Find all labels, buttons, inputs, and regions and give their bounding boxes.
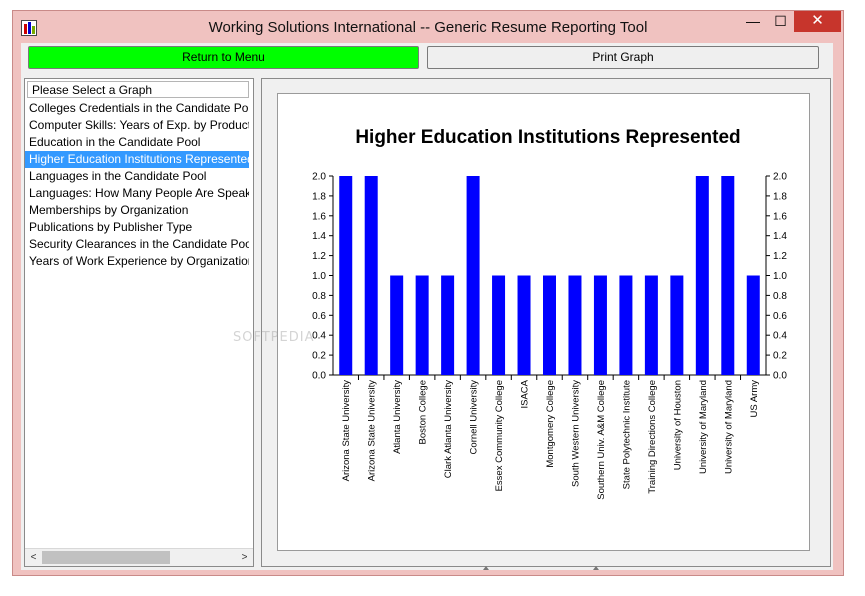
graph-list-item[interactable]: Colleges Credentials in the Candidate Po…: [25, 100, 249, 117]
graph-list-item[interactable]: Languages: How Many People Are Speaking: [25, 185, 249, 202]
splitter-handle-left[interactable]: [483, 566, 489, 570]
graph-list: Colleges Credentials in the Candidate Po…: [25, 100, 249, 270]
y-tick-label-left: 1.0: [312, 271, 326, 282]
graph-list-item[interactable]: Security Clearances in the Candidate Poo…: [25, 236, 249, 253]
x-tick-label: Cornell University: [469, 380, 480, 455]
x-tick-label: Arizona State University: [341, 380, 352, 482]
horizontal-scrollbar[interactable]: < >: [25, 548, 253, 566]
maximize-button[interactable]: ☐: [767, 11, 794, 32]
chart-title: Higher Education Institutions Represente…: [355, 127, 740, 148]
y-tick-label-left: 1.4: [312, 231, 326, 242]
y-tick-label-left: 2.0: [312, 172, 326, 183]
x-tick-label: Atlanta University: [392, 380, 403, 454]
bar: [441, 275, 455, 375]
graph-list-item[interactable]: Languages in the Candidate Pool: [25, 168, 249, 185]
client-area: Return to Menu Print Graph Please Select…: [21, 43, 833, 570]
app-window: Working Solutions International -- Gener…: [12, 10, 844, 576]
bar: [746, 275, 760, 375]
x-tick-label: Arizona State University: [367, 380, 378, 482]
graph-list-item[interactable]: Computer Skills: Years of Exp. by Produc…: [25, 117, 249, 134]
y-tick-label-right: 1.0: [773, 271, 787, 282]
x-tick-label: Training Directions College: [647, 380, 658, 494]
x-tick-label: Southern Univ. A&M College: [596, 380, 607, 500]
x-tick-label: University of Maryland: [723, 380, 734, 474]
x-tick-label: University of Maryland: [698, 380, 709, 474]
y-tick-label-right: 1.2: [773, 251, 787, 262]
minimize-button[interactable]: —: [739, 11, 767, 32]
bar: [644, 275, 658, 375]
x-tick-label: ISACA: [520, 379, 531, 408]
bar: [619, 275, 633, 375]
bar: [670, 275, 684, 375]
y-tick-label-left: 0.8: [312, 291, 326, 302]
y-tick-label-right: 1.4: [773, 231, 787, 242]
bar-chart: Higher Education Institutions Represente…: [312, 127, 787, 500]
bar: [543, 275, 556, 375]
bar: [415, 275, 429, 375]
y-tick-label-right: 0.2: [773, 351, 787, 362]
return-to-menu-button[interactable]: Return to Menu: [28, 46, 419, 69]
x-tick-label: Essex Community College: [494, 380, 505, 491]
scroll-right-icon[interactable]: >: [236, 549, 253, 566]
graph-list-header: Please Select a Graph: [27, 81, 249, 98]
y-tick-label-right: 1.6: [773, 211, 787, 222]
title-bar[interactable]: Working Solutions International -- Gener…: [13, 11, 843, 44]
bar: [390, 275, 404, 375]
graph-panel: Higher Education Institutions Represente…: [261, 78, 831, 570]
chart-area: Higher Education Institutions Represente…: [277, 93, 810, 551]
scroll-left-icon[interactable]: <: [25, 549, 42, 566]
graph-list-item[interactable]: Education in the Candidate Pool: [25, 134, 249, 151]
x-tick-label: Boston College: [418, 380, 429, 444]
bar: [593, 275, 607, 375]
y-tick-label-right: 2.0: [773, 172, 787, 183]
x-tick-label: US Army: [749, 380, 760, 418]
watermark: SOFTPEDIA: [233, 330, 315, 345]
y-tick-label-left: 0.6: [312, 311, 326, 322]
y-tick-label-left: 0.2: [312, 351, 326, 362]
y-tick-label-left: 1.8: [312, 191, 326, 202]
graph-list-panel: Please Select a Graph Colleges Credentia…: [24, 78, 254, 567]
graph-list-item[interactable]: Memberships by Organization: [25, 202, 249, 219]
x-tick-label: University of Houston: [672, 380, 683, 470]
close-button[interactable]: ✕: [794, 11, 841, 32]
y-tick-label-left: 1.2: [312, 251, 326, 262]
x-tick-label: Montgomery College: [545, 380, 556, 468]
scroll-thumb[interactable]: [42, 551, 170, 564]
bar: [364, 176, 378, 375]
x-tick-label: Clark Atlanta University: [443, 380, 454, 478]
y-tick-label-right: 0.4: [773, 331, 787, 342]
y-tick-label-left: 1.6: [312, 211, 326, 222]
bar: [466, 176, 480, 375]
print-graph-button[interactable]: Print Graph: [427, 46, 819, 69]
x-tick-label: State Polytechnic Institute: [621, 380, 632, 489]
bar: [568, 275, 582, 375]
bar: [721, 176, 735, 375]
bar: [339, 176, 353, 375]
bar: [517, 275, 531, 375]
bar: [695, 176, 709, 375]
y-tick-label-left: 0.0: [312, 371, 326, 382]
y-tick-label-right: 0.0: [773, 371, 787, 382]
graph-list-item[interactable]: Publications by Publisher Type: [25, 219, 249, 236]
y-tick-label-right: 0.8: [773, 291, 787, 302]
x-tick-label: South Western University: [570, 380, 581, 487]
splitter-handle-right[interactable]: [593, 566, 599, 570]
y-tick-label-right: 1.8: [773, 191, 787, 202]
y-tick-label-right: 0.6: [773, 311, 787, 322]
graph-list-item[interactable]: Higher Education Institutions Represente…: [25, 151, 249, 168]
bar: [492, 275, 506, 375]
graph-list-item[interactable]: Years of Work Experience by Organization: [25, 253, 249, 270]
window-title: Working Solutions International -- Gener…: [208, 19, 648, 36]
